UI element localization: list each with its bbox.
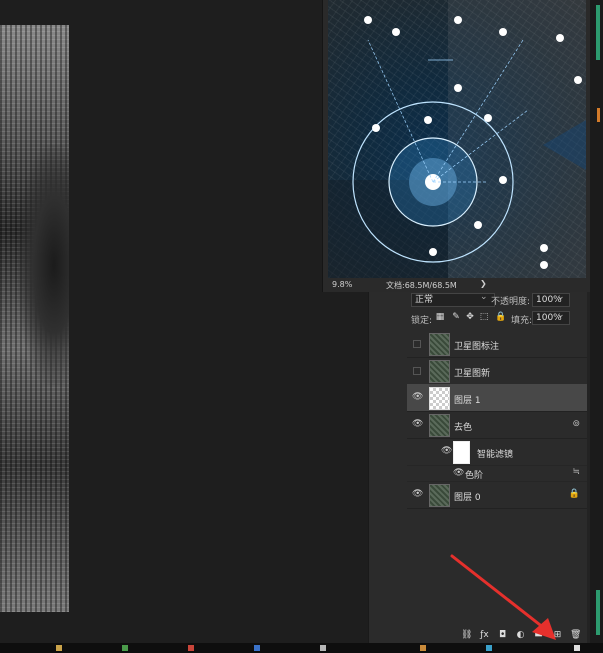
lock-icon: 🔒 xyxy=(568,489,580,499)
filter-name: 色阶 xyxy=(465,471,484,481)
filter-options-icon[interactable]: ≒ xyxy=(572,467,580,477)
taskbar-app-icon[interactable] xyxy=(486,645,492,651)
layer-thumbnail xyxy=(429,414,450,437)
red-arrow-annotation xyxy=(450,554,556,640)
lock-brush-icon[interactable]: ✎ xyxy=(451,312,461,322)
lock-label: 锁定: xyxy=(411,316,433,326)
smart-filter-label: 智能滤镜 xyxy=(477,450,514,460)
layer-name: 去色 xyxy=(454,423,473,433)
layer-name: 卫星图标注 xyxy=(454,342,500,352)
taskbar-app-icon[interactable] xyxy=(56,645,62,651)
document-canvas[interactable] xyxy=(0,0,368,643)
taskbar xyxy=(0,643,603,653)
eye-icon[interactable]: 👁 xyxy=(412,490,423,499)
lock-all-icon[interactable]: 🔒 xyxy=(495,312,506,322)
layer-row[interactable]: 卫星图新 xyxy=(407,357,587,385)
chevron-down-icon[interactable]: ⌄ xyxy=(480,292,488,302)
eye-icon[interactable]: 👁 xyxy=(453,469,464,478)
taskbar-app-icon[interactable] xyxy=(420,645,426,651)
layer-name: 卫星图新 xyxy=(454,369,491,379)
taskbar-app-icon[interactable] xyxy=(320,645,326,651)
chevron-down-icon[interactable]: ⌄ xyxy=(557,310,565,320)
smart-filter-row[interactable]: 👁 智能滤镜 xyxy=(407,438,587,466)
right-dock-scrollbar[interactable] xyxy=(590,0,603,643)
zoom-level[interactable]: 9.8% xyxy=(332,280,352,289)
document-size: 文档:68.5M/68.5M xyxy=(386,281,457,290)
navigator-preview[interactable] xyxy=(328,0,586,278)
layer-name: 图层 1 xyxy=(454,396,481,406)
taskbar-app-icon[interactable] xyxy=(254,645,260,651)
taskbar-app-icon[interactable] xyxy=(188,645,194,651)
filter-row[interactable]: 👁 色阶 ≒ xyxy=(407,465,587,482)
satellite-image xyxy=(0,25,69,612)
visibility-toggle[interactable] xyxy=(413,367,421,375)
layer-row[interactable]: 👁 图层 1 xyxy=(407,384,587,412)
lock-move-icon[interactable]: ✥ xyxy=(465,312,475,322)
smart-object-icon[interactable]: ⊚ xyxy=(572,419,580,429)
layer-name: 图层 0 xyxy=(454,493,481,503)
fill-label: 填充: xyxy=(511,316,533,326)
navigator-status-bar: 9.8% 文档:68.5M/68.5M ❯ xyxy=(328,278,586,292)
chevron-down-icon[interactable]: ⌄ xyxy=(557,292,565,302)
layer-row[interactable]: 👁 去色 ⊚ xyxy=(407,411,587,439)
visibility-toggle[interactable] xyxy=(413,340,421,348)
layer-row[interactable]: 卫星图标注 xyxy=(407,330,587,358)
filter-mask-thumbnail xyxy=(453,441,470,464)
dock-indicator xyxy=(597,108,600,122)
lock-artboard-icon[interactable]: ⬚ xyxy=(479,312,489,322)
navigator-panel: 9.8% 文档:68.5M/68.5M ❯ xyxy=(322,0,591,292)
dock-indicator xyxy=(596,590,600,635)
taskbar-app-icon[interactable] xyxy=(574,645,580,651)
layer-thumbnail xyxy=(429,484,450,507)
taskbar-app-icon[interactable] xyxy=(122,645,128,651)
status-menu-arrow[interactable]: ❯ xyxy=(480,279,487,288)
opacity-label: 不透明度: xyxy=(491,297,531,307)
eye-icon[interactable]: 👁 xyxy=(441,447,452,456)
lock-transparent-icon[interactable]: ▦ xyxy=(435,312,445,322)
layer-thumbnail xyxy=(429,333,450,356)
layer-thumbnail xyxy=(429,360,450,383)
eye-icon[interactable]: 👁 xyxy=(412,420,423,429)
layer-row[interactable]: 👁 图层 0 🔒 xyxy=(407,481,587,509)
eye-icon[interactable]: 👁 xyxy=(412,393,423,402)
dock-indicator xyxy=(596,5,600,60)
layer-thumbnail xyxy=(429,387,450,410)
